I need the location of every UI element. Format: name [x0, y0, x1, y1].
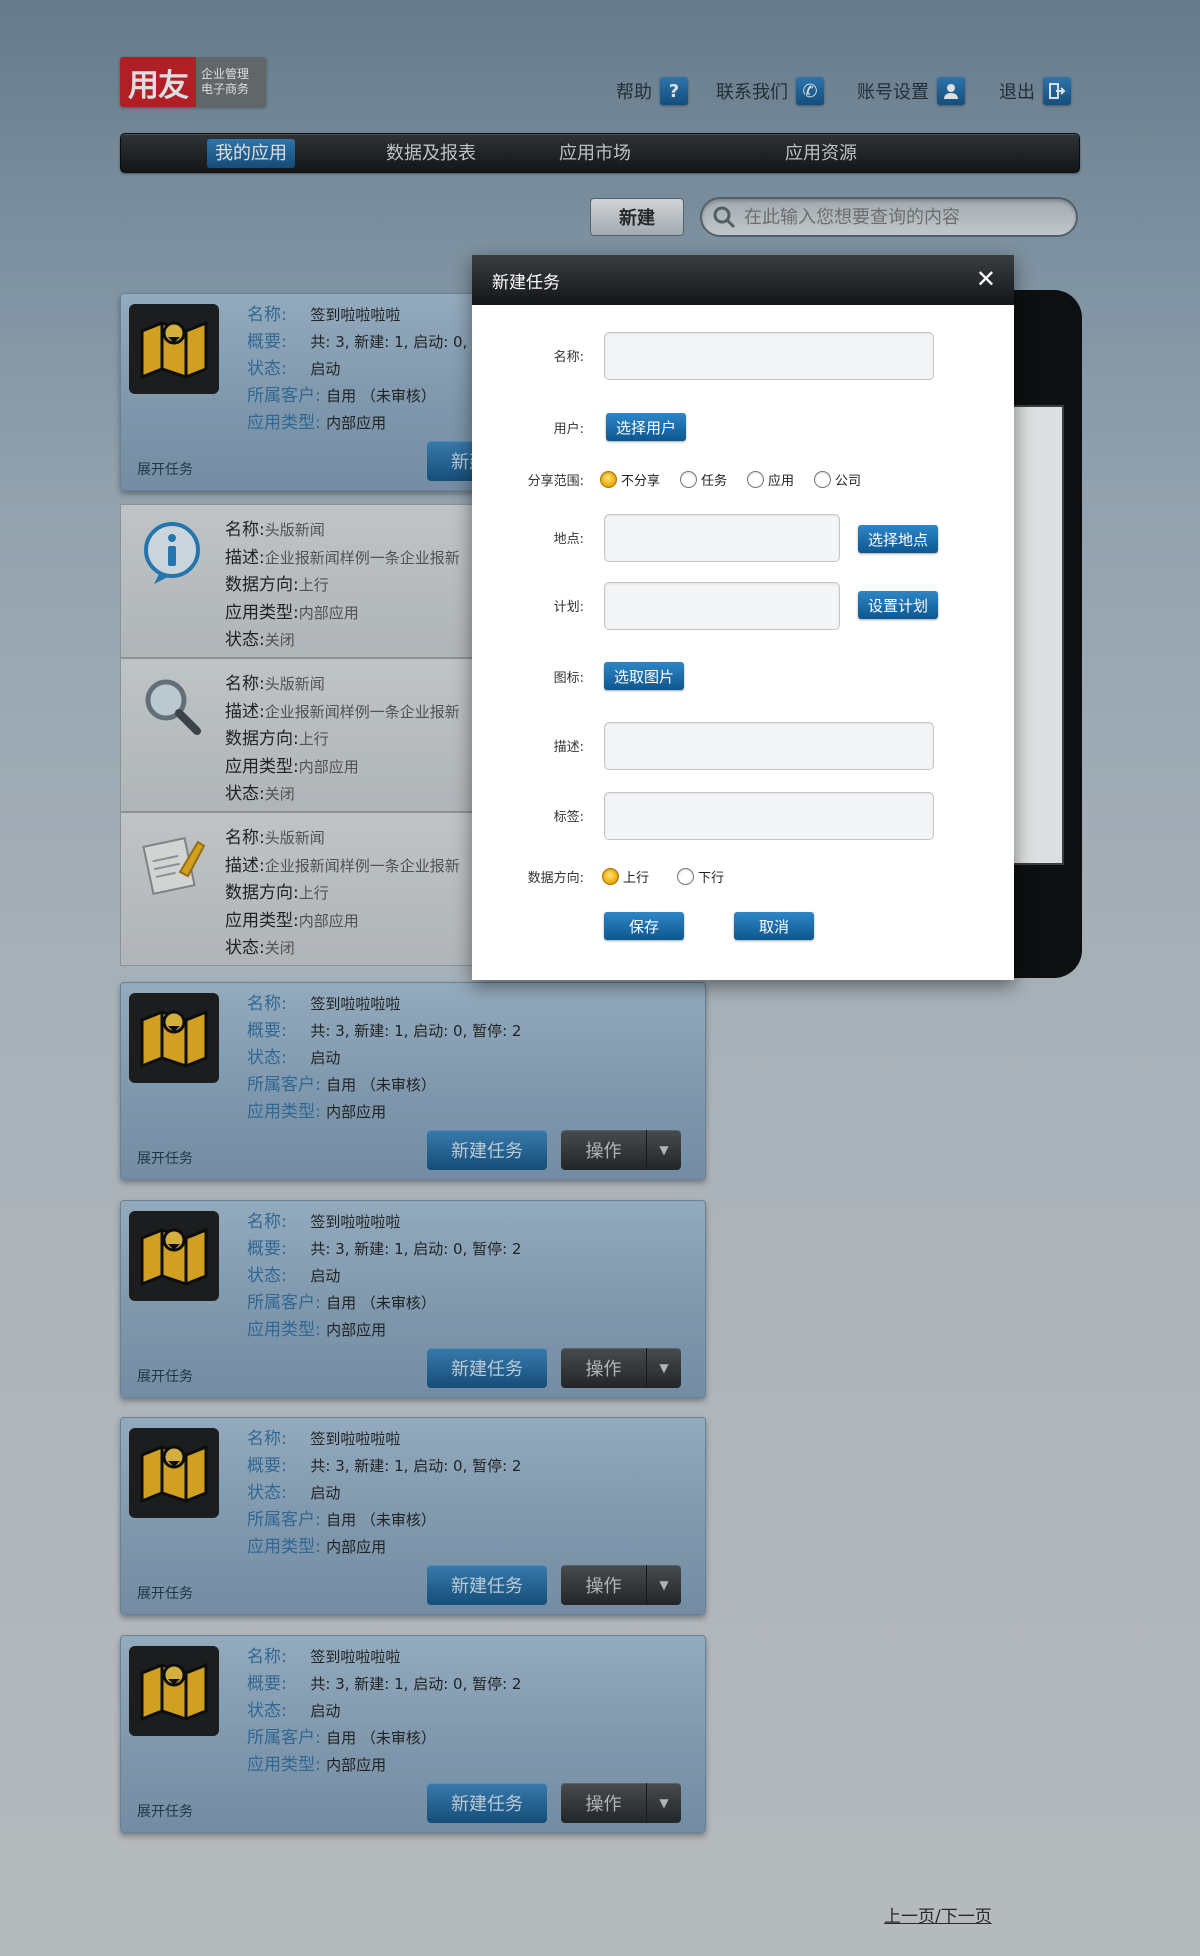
share-option-app[interactable]: 应用: [747, 470, 794, 489]
radio[interactable]: [680, 471, 698, 488]
description-label: 描述:: [553, 740, 584, 755]
direction-option-down[interactable]: 下行: [677, 867, 724, 886]
share-option-company[interactable]: 公司: [814, 470, 861, 489]
radio-selected[interactable]: [600, 471, 617, 488]
plan-label: 计划:: [553, 600, 584, 615]
radio[interactable]: [677, 868, 695, 885]
name-label: 名称:: [553, 350, 584, 365]
data-direction-group: 上行 下行: [602, 867, 724, 886]
direction-option-up[interactable]: 上行: [602, 867, 649, 886]
close-icon[interactable]: ✕: [976, 267, 996, 291]
share-option-task[interactable]: 任务: [680, 470, 727, 489]
task-name-field[interactable]: [604, 332, 934, 380]
set-plan-button[interactable]: 设置计划: [858, 591, 938, 619]
plan-field[interactable]: [604, 582, 840, 630]
user-label: 用户:: [553, 422, 584, 437]
dialog-header: 新建任务 ✕: [472, 255, 1014, 305]
description-field[interactable]: [604, 722, 934, 770]
select-location-button[interactable]: 选择地点: [858, 525, 938, 553]
new-task-dialog: 新建任务 ✕ 名称: 用户: 选择用户 分享范围: 不分享 任务 应用 公司 地…: [472, 255, 1014, 980]
location-field[interactable]: [604, 514, 840, 562]
save-button[interactable]: 保存: [604, 912, 684, 940]
select-user-button[interactable]: 选择用户: [606, 413, 686, 441]
location-label: 地点:: [553, 532, 584, 547]
radio-selected[interactable]: [602, 868, 619, 885]
choose-image-button[interactable]: 选取图片: [604, 662, 684, 690]
pagination-link[interactable]: 上一页/下一页: [884, 1902, 992, 1927]
tag-label: 标签:: [553, 810, 584, 825]
tag-field[interactable]: [604, 792, 934, 840]
share-scope-group: 不分享 任务 应用 公司: [600, 470, 861, 489]
dialog-title: 新建任务: [492, 272, 560, 293]
icon-label: 图标:: [553, 671, 584, 686]
radio[interactable]: [814, 471, 832, 488]
share-scope-label: 分享范围:: [527, 474, 584, 489]
radio[interactable]: [747, 471, 765, 488]
cancel-button[interactable]: 取消: [734, 912, 814, 940]
share-option-none[interactable]: 不分享: [600, 470, 660, 489]
data-direction-label: 数据方向:: [527, 871, 584, 886]
